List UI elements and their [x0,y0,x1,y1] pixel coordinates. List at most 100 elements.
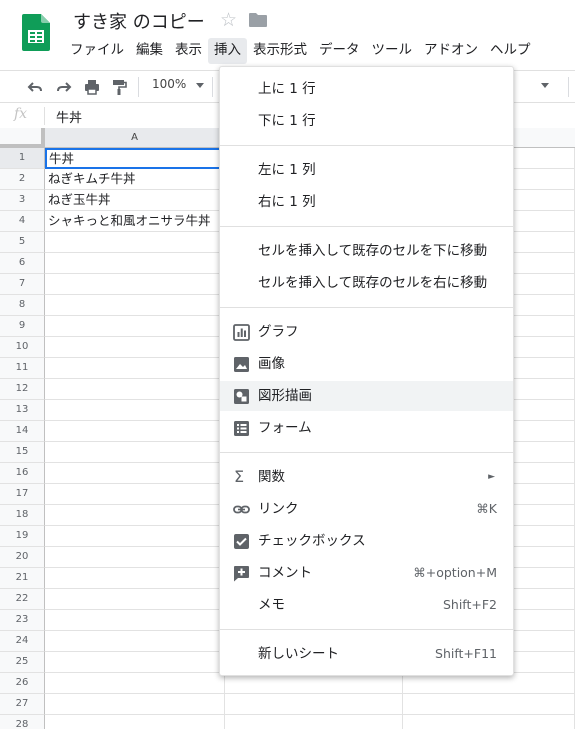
menu-format[interactable]: 表示形式 [247,38,313,64]
folder-icon[interactable] [249,13,267,27]
row-header[interactable]: 24 [0,631,45,652]
cell-a25[interactable] [45,652,225,673]
cell-a18[interactable] [45,505,225,526]
cell-a14[interactable] [45,421,225,442]
row-header[interactable]: 9 [0,316,45,337]
menu-item-checkbox[interactable]: チェックボックス [220,526,513,556]
menu-item-col-right[interactable]: 右に 1 列 [220,187,513,217]
cell-a3[interactable]: ねぎ玉牛丼 [45,190,225,211]
zoom-select[interactable]: 100% [152,77,186,91]
formula-input[interactable]: 牛丼 [56,107,82,126]
row-header[interactable]: 16 [0,463,45,484]
cell-a13[interactable] [45,400,225,421]
chevron-down-icon[interactable] [196,83,204,88]
cell-c28[interactable] [403,715,575,729]
cell-a20[interactable] [45,547,225,568]
cell-a26[interactable] [45,673,225,694]
cell-a2[interactable]: ねぎキムチ牛丼 [45,169,225,190]
row-header[interactable]: 10 [0,337,45,358]
menu-item-image[interactable]: 画像 [220,349,513,379]
column-header-a[interactable]: A [45,128,225,148]
row-header[interactable]: 26 [0,673,45,694]
menu-file[interactable]: ファイル [64,38,130,64]
row-header[interactable]: 22 [0,589,45,610]
row-header[interactable]: 3 [0,190,45,211]
menu-help[interactable]: ヘルプ [484,38,537,64]
row-header[interactable]: 15 [0,442,45,463]
cell-a7[interactable] [45,274,225,295]
row-header[interactable]: 13 [0,400,45,421]
row-header[interactable]: 4 [0,211,45,232]
row-header[interactable]: 28 [0,715,45,729]
menu-tools[interactable]: ツール [366,38,419,64]
row-header[interactable]: 11 [0,358,45,379]
row-header[interactable]: 21 [0,568,45,589]
menu-item-comment[interactable]: コメント ⌘+option+M [220,558,513,588]
row-header[interactable]: 6 [0,253,45,274]
menu-item-new-sheet[interactable]: 新しいシート Shift+F11 [220,639,513,669]
cell-a17[interactable] [45,484,225,505]
cell-b27[interactable] [225,694,403,715]
row-header[interactable]: 17 [0,484,45,505]
sheets-logo-icon[interactable] [22,14,50,51]
row-header[interactable]: 5 [0,232,45,253]
cell-a8[interactable] [45,295,225,316]
menu-view[interactable]: 表示 [169,38,208,64]
menu-item-row-below[interactable]: 下に 1 行 [220,106,513,136]
row-header[interactable]: 1 [0,148,45,169]
redo-icon[interactable] [55,78,73,96]
star-icon[interactable]: ☆ [220,9,237,31]
cell-a28[interactable] [45,715,225,729]
cell-a22[interactable] [45,589,225,610]
cell-b26[interactable] [225,673,403,694]
cell-a16[interactable] [45,463,225,484]
select-all-corner[interactable] [0,128,45,148]
menu-item-shift-down[interactable]: セルを挿入して既存のセルを下に移動 [220,236,513,266]
menu-item-shift-right[interactable]: セルを挿入して既存のセルを右に移動 [220,268,513,298]
row-header[interactable]: 18 [0,505,45,526]
cell-a15[interactable] [45,442,225,463]
row-header[interactable]: 7 [0,274,45,295]
row-header[interactable]: 25 [0,652,45,673]
menu-item-function[interactable]: Σ 関数 ► [220,462,513,492]
menu-edit[interactable]: 編集 [130,38,169,64]
menu-data[interactable]: データ [313,38,366,64]
cell-c27[interactable] [403,694,575,715]
menu-insert[interactable]: 挿入 [208,38,247,64]
cell-a23[interactable] [45,610,225,631]
cell-a1[interactable]: 牛丼 [45,148,225,169]
print-icon[interactable] [83,78,101,96]
cell-a4[interactable]: シャキっと和風オニサラ牛丼 [45,211,225,232]
cell-a19[interactable] [45,526,225,547]
menu-item-col-left[interactable]: 左に 1 列 [220,155,513,185]
paint-format-icon[interactable] [110,78,128,96]
undo-icon[interactable] [26,78,44,96]
chevron-down-icon[interactable] [541,83,549,88]
cell-a24[interactable] [45,631,225,652]
cell-a10[interactable] [45,337,225,358]
menu-item-form[interactable]: フォーム [220,413,513,443]
menu-item-note[interactable]: メモ Shift+F2 [220,590,513,620]
cell-a9[interactable] [45,316,225,337]
menu-item-drawing[interactable]: 図形描画 [220,381,513,411]
cell-a21[interactable] [45,568,225,589]
menu-item-link[interactable]: リンク ⌘K [220,494,513,524]
menu-item-chart[interactable]: グラフ [220,317,513,347]
cell-b28[interactable] [225,715,403,729]
row-header[interactable]: 19 [0,526,45,547]
row-header[interactable]: 2 [0,169,45,190]
row-header[interactable]: 14 [0,421,45,442]
row-header[interactable]: 23 [0,610,45,631]
menu-addons[interactable]: アドオン [418,38,484,64]
cell-a27[interactable] [45,694,225,715]
cell-a12[interactable] [45,379,225,400]
cell-a5[interactable] [45,232,225,253]
cell-c26[interactable] [403,673,575,694]
menu-item-row-above[interactable]: 上に 1 行 [220,74,513,104]
document-title[interactable]: すき家 のコピー [73,8,205,34]
row-header[interactable]: 12 [0,379,45,400]
row-header[interactable]: 20 [0,547,45,568]
row-header[interactable]: 27 [0,694,45,715]
row-header[interactable]: 8 [0,295,45,316]
cell-a6[interactable] [45,253,225,274]
